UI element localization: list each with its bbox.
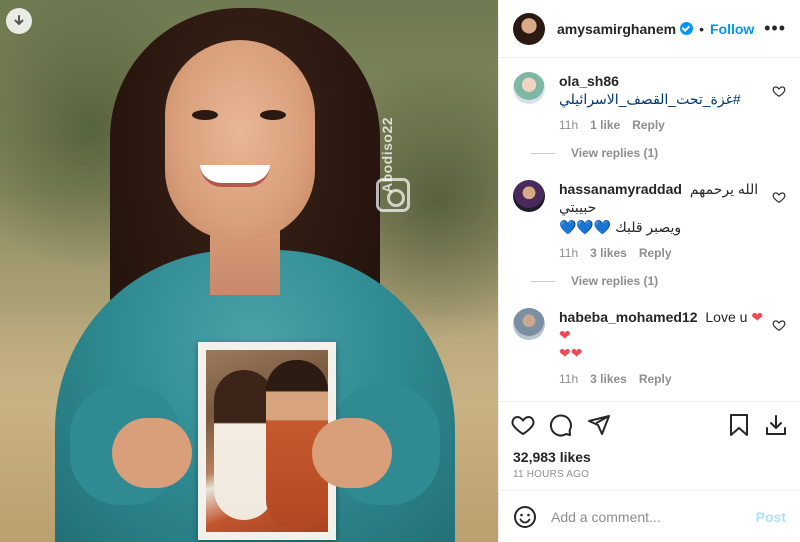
comment-meta: 11h 3 likes Reply — [559, 246, 764, 260]
hashtag-link[interactable]: #غزة_تحت_القصف_الاسرائيلي — [559, 90, 764, 108]
like-icon[interactable] — [511, 413, 535, 437]
comment-likes[interactable]: 3 likes — [590, 372, 627, 386]
download-icon[interactable] — [764, 413, 788, 437]
add-comment-bar: Add a comment... Post — [499, 490, 800, 542]
comment-likes[interactable]: 3 likes — [590, 246, 627, 260]
view-replies-label: View replies (1) — [571, 146, 659, 160]
reply-button[interactable]: Reply — [639, 246, 672, 260]
post-sidebar: amysamirghanem • Follow ••• ola_sh86 #غز… — [498, 0, 800, 542]
eye — [260, 110, 286, 120]
more-icon[interactable]: ••• — [764, 18, 786, 39]
separator-dot: • — [699, 20, 704, 37]
comment-username[interactable]: ola_sh86 — [559, 73, 619, 89]
photo-figure-woman — [214, 370, 274, 520]
comments-list[interactable]: ola_sh86 #غزة_تحت_القصف_الاسرائيلي 11h 1… — [499, 58, 800, 401]
post-image[interactable]: Abodiso22 — [0, 0, 498, 542]
comment-time: 11h — [559, 372, 579, 386]
view-replies-label: View replies (1) — [571, 274, 659, 288]
comment-likes[interactable]: 1 like — [590, 118, 620, 132]
commenter-avatar[interactable] — [513, 72, 545, 104]
comment-username[interactable]: habeba_mohamed12 — [559, 309, 698, 325]
comment-username[interactable]: hassanamyraddad — [559, 181, 682, 197]
author-avatar[interactable] — [513, 12, 545, 45]
comment-time: 11h — [559, 246, 579, 260]
post-timestamp: 11 HOURS AGO — [513, 469, 590, 480]
author-username[interactable]: amysamirghanem — [557, 21, 676, 37]
view-replies-button[interactable]: View replies (1) — [513, 274, 786, 288]
share-icon[interactable] — [587, 413, 611, 437]
comment-body: hassanamyraddad الله يرحمهم حبيبتي 💙💙💙 و… — [559, 180, 764, 260]
commenter-avatar[interactable] — [513, 180, 545, 212]
hand — [112, 418, 192, 488]
download-icon[interactable] — [6, 8, 32, 34]
like-comment-icon[interactable] — [772, 84, 786, 98]
comment-body: habeba_mohamed12 Love u ❤❤ ❤❤ 11h 3 like… — [559, 308, 764, 386]
reply-button[interactable]: Reply — [639, 372, 672, 386]
comment-input[interactable]: Add a comment... — [551, 509, 756, 525]
camera-watermark-icon — [376, 178, 410, 212]
post-comment-button[interactable]: Post — [756, 509, 786, 525]
post-header: amysamirghanem • Follow ••• — [499, 0, 800, 58]
view-replies-button[interactable]: View replies (1) — [513, 146, 786, 160]
commenter-avatar[interactable] — [513, 308, 545, 340]
comment-item: habeba_mohamed12 Love u ❤❤ ❤❤ 11h 3 like… — [513, 288, 786, 386]
comment-icon[interactable] — [549, 413, 573, 437]
follow-button[interactable]: Follow — [710, 21, 754, 37]
post-actions — [499, 401, 800, 447]
save-icon[interactable] — [728, 413, 750, 437]
actions-right — [728, 413, 788, 437]
reply-button[interactable]: Reply — [632, 118, 665, 132]
eye — [192, 110, 218, 120]
heart-emojis-line2: ❤❤ — [559, 345, 583, 361]
verified-badge-icon — [680, 22, 694, 35]
woman-face — [165, 40, 315, 240]
likes-count[interactable]: 32,983 likes — [499, 447, 800, 467]
hand — [312, 418, 392, 488]
replies-divider — [531, 280, 555, 282]
heart-emojis: 💙💙💙 — [559, 219, 612, 235]
comment-item: hassanamyraddad الله يرحمهم حبيبتي 💙💙💙 و… — [513, 160, 786, 260]
smile — [200, 165, 270, 187]
comment-text: Love u — [705, 309, 748, 325]
comment-meta: 11h 3 likes Reply — [559, 372, 764, 386]
like-comment-icon[interactable] — [772, 318, 786, 332]
comment-body: ola_sh86 #غزة_تحت_القصف_الاسرائيلي 11h 1… — [559, 72, 764, 132]
emoji-icon[interactable] — [513, 505, 537, 529]
comment-item: ola_sh86 #غزة_تحت_القصف_الاسرائيلي 11h 1… — [513, 58, 786, 132]
instagram-post-view: Abodiso22 amysamirghanem • Follow ••• ol… — [0, 0, 800, 542]
vintage-couple-photo — [206, 350, 328, 532]
like-comment-icon[interactable] — [772, 190, 786, 204]
comment-text-line2: ويصبر قلبك — [615, 219, 682, 235]
replies-divider — [531, 152, 555, 154]
comment-meta: 11h 1 like Reply — [559, 118, 764, 132]
comment-time: 11h — [559, 118, 579, 132]
